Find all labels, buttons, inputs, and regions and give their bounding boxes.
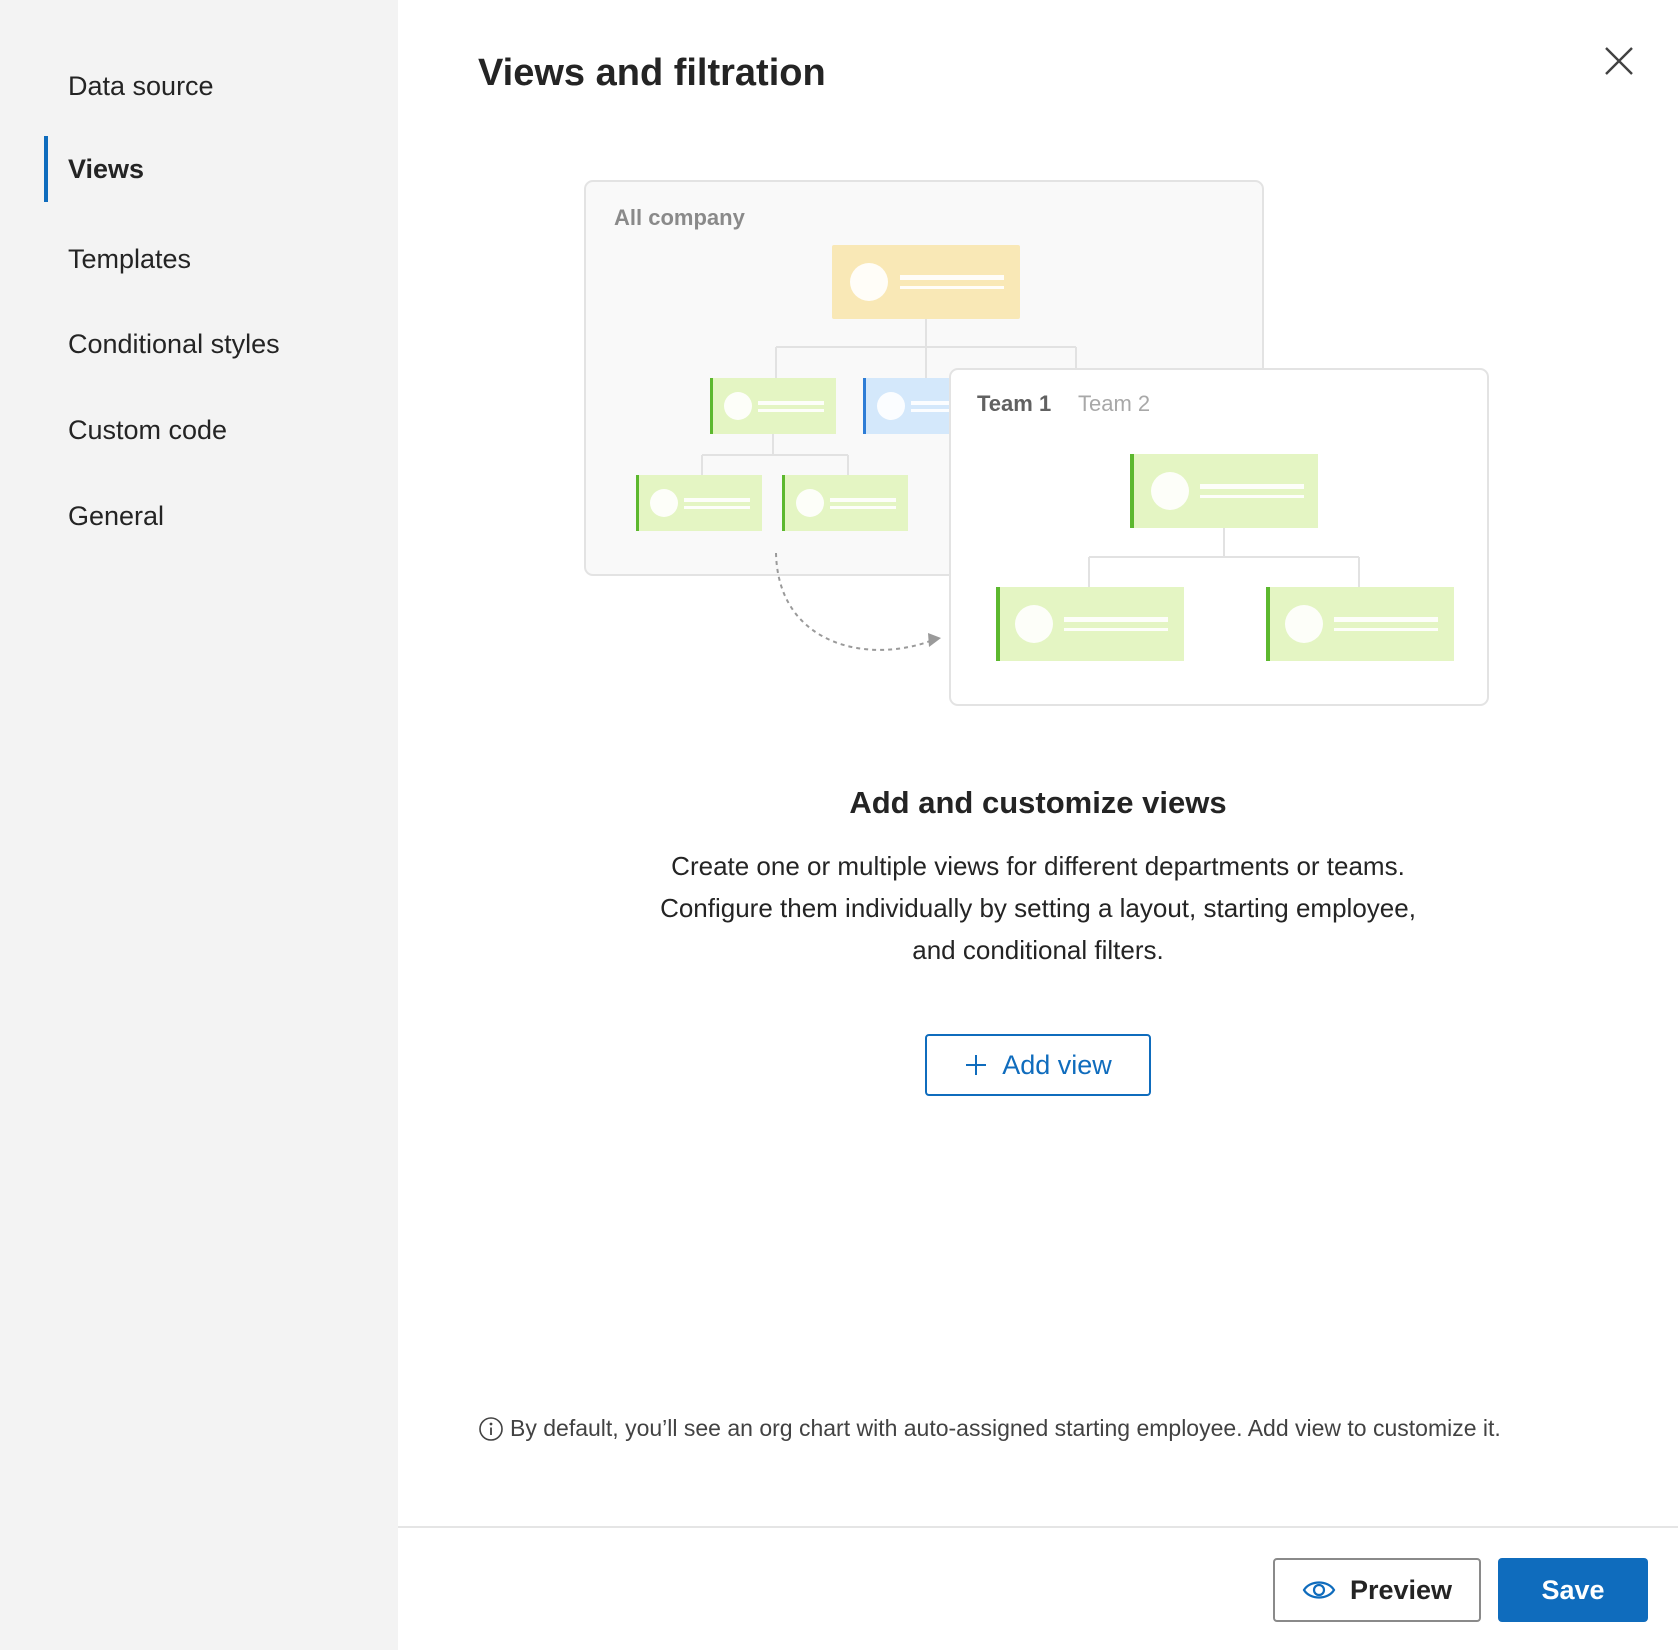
card-line bbox=[1334, 628, 1438, 631]
sidebar-item-custom-code[interactable]: Custom code bbox=[44, 397, 374, 463]
card-line bbox=[900, 275, 1004, 280]
card-accent bbox=[782, 475, 785, 531]
all-company-label: All company bbox=[614, 205, 746, 230]
sidebar-item-views[interactable]: Views bbox=[44, 136, 374, 202]
description-line: and conditional filters. bbox=[912, 935, 1164, 965]
info-icon bbox=[479, 1416, 503, 1441]
avatar bbox=[1015, 605, 1053, 643]
card-accent bbox=[996, 587, 1000, 661]
sidebar-item-label: Views bbox=[68, 153, 145, 184]
sidebar-item-templates[interactable]: Templates bbox=[44, 226, 374, 292]
preview-label: Preview bbox=[1349, 1574, 1453, 1605]
avatar bbox=[1151, 472, 1189, 510]
main-panel: Views and filtration All company Team 1 … bbox=[398, 0, 1678, 1650]
close-button[interactable] bbox=[1598, 40, 1640, 82]
sidebar-item-label: Custom code bbox=[68, 414, 228, 445]
sidebar-item-label: General bbox=[68, 500, 165, 531]
arrow-head-icon bbox=[928, 633, 941, 647]
description-line: Configure them individually by setting a… bbox=[660, 893, 1416, 923]
plus-icon bbox=[966, 1055, 987, 1075]
sidebar-item-label: Conditional styles bbox=[68, 328, 280, 359]
info-note-text: By default, you’ll see an org chart with… bbox=[510, 1415, 1501, 1441]
avatar bbox=[850, 263, 888, 301]
card-line bbox=[1064, 617, 1168, 622]
card-line bbox=[830, 498, 896, 502]
eye-icon bbox=[1302, 1581, 1336, 1599]
team1-label: Team 1 bbox=[977, 391, 1051, 416]
card-accent bbox=[710, 378, 713, 434]
sidebar-item-label: Data source bbox=[68, 70, 214, 101]
card-line bbox=[1200, 484, 1304, 489]
card-line bbox=[1200, 495, 1304, 498]
add-view-label: Add view bbox=[1002, 1049, 1112, 1080]
avatar bbox=[724, 392, 752, 420]
avatar bbox=[796, 489, 824, 517]
sidebar-item-conditional-styles[interactable]: Conditional styles bbox=[44, 311, 374, 377]
section-heading: Add and customize views bbox=[849, 785, 1227, 820]
card-line bbox=[684, 506, 750, 509]
page-title: Views and filtration bbox=[478, 52, 826, 94]
preview-button[interactable]: Preview bbox=[1273, 1558, 1481, 1622]
card-accent bbox=[636, 475, 639, 531]
card-accent bbox=[1130, 454, 1134, 528]
description-line: Create one or multiple views for differe… bbox=[671, 851, 1405, 881]
sidebar: Data source Views Templates Conditional … bbox=[0, 0, 398, 1650]
avatar bbox=[877, 392, 905, 420]
avatar bbox=[1285, 605, 1323, 643]
sidebar-item-general[interactable]: General bbox=[44, 483, 374, 549]
card-line bbox=[1064, 628, 1168, 631]
footer-divider bbox=[398, 1526, 1678, 1528]
card-line bbox=[830, 506, 896, 509]
card-line bbox=[684, 498, 750, 502]
card-accent bbox=[863, 378, 866, 434]
sidebar-item-data-source[interactable]: Data source bbox=[44, 53, 374, 119]
card-line bbox=[1334, 617, 1438, 622]
avatar bbox=[650, 489, 678, 517]
section-description: Create one or multiple views for differe… bbox=[398, 845, 1678, 971]
views-illustration: All company Team 1 Team 2 bbox=[584, 180, 1489, 706]
card-accent bbox=[1266, 587, 1270, 661]
card-line bbox=[758, 409, 824, 412]
close-icon bbox=[1605, 47, 1633, 75]
sidebar-item-label: Templates bbox=[68, 243, 192, 274]
team2-label: Team 2 bbox=[1078, 391, 1150, 416]
info-note: By default, you’ll see an org chart with… bbox=[478, 1415, 1501, 1442]
save-button[interactable]: Save bbox=[1498, 1558, 1648, 1622]
card-line bbox=[900, 286, 1004, 289]
add-view-button[interactable]: Add view bbox=[925, 1034, 1151, 1096]
card-line bbox=[758, 401, 824, 405]
